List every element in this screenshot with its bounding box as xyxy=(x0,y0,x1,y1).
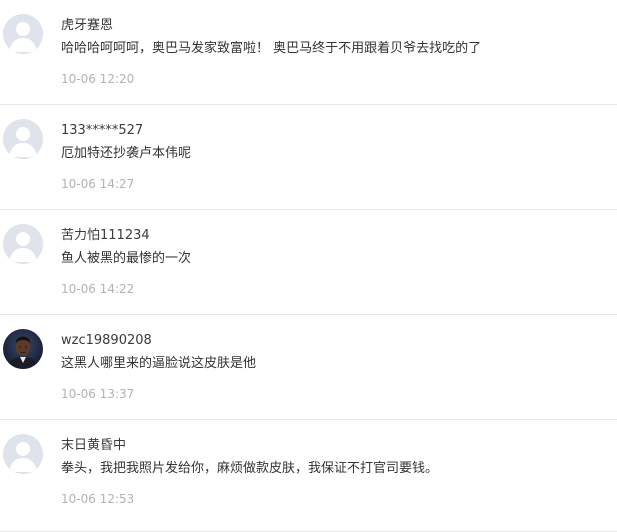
comment-item: wzc19890208 这黑人哪里来的逼脸说这皮肤是他 10-06 13:37 xyxy=(0,315,617,420)
comment-item: 虎牙蹇恩 哈哈哈呵呵呵，奥巴马发家致富啦！ 奥巴马终于不用跟着贝爷去找吃的了 1… xyxy=(0,0,617,105)
comment-text: 这黑人哪里来的逼脸说这皮肤是他 xyxy=(61,356,257,371)
comment-text: 鱼人被黑的最惨的一次 xyxy=(61,251,192,266)
default-avatar-icon[interactable] xyxy=(3,119,43,159)
comment-time: 10-06 13:37 xyxy=(61,387,135,401)
comment-time: 10-06 12:20 xyxy=(61,72,135,86)
comment-username[interactable]: 133*****527 xyxy=(61,122,143,140)
comment-time: 10-06 14:27 xyxy=(61,177,135,191)
comment-item: 末日黄昏中 拳头，我把我照片发给你，麻烦做款皮肤，我保证不打官司要钱。 10-0… xyxy=(0,420,617,532)
comment-item: 133*****527 厄加特还抄袭卢本伟呢 10-06 14:27 xyxy=(0,105,617,210)
default-avatar-icon[interactable] xyxy=(3,434,43,474)
comment-username[interactable]: wzc19890208 xyxy=(61,332,152,350)
comment-time: 10-06 12:53 xyxy=(61,492,135,506)
comment-text: 厄加特还抄袭卢本伟呢 xyxy=(61,146,192,161)
comment-item: 苦力怕111234 鱼人被黑的最惨的一次 10-06 14:22 xyxy=(0,210,617,315)
comment-text: 哈哈哈呵呵呵，奥巴马发家致富啦！ 奥巴马终于不用跟着贝爷去找吃的了 xyxy=(61,41,482,56)
comment-time: 10-06 14:22 xyxy=(61,282,135,296)
photo-avatar[interactable] xyxy=(3,329,43,369)
comment-username[interactable]: 苦力怕111234 xyxy=(61,227,150,245)
default-avatar-icon[interactable] xyxy=(3,224,43,264)
comment-username[interactable]: 末日黄昏中 xyxy=(61,437,126,455)
comment-username[interactable]: 虎牙蹇恩 xyxy=(61,17,113,35)
comment-text: 拳头，我把我照片发给你，麻烦做款皮肤，我保证不打官司要钱。 xyxy=(61,461,439,476)
default-avatar-icon[interactable] xyxy=(3,14,43,54)
comment-list: 虎牙蹇恩 哈哈哈呵呵呵，奥巴马发家致富啦！ 奥巴马终于不用跟着贝爷去找吃的了 1… xyxy=(0,0,617,532)
